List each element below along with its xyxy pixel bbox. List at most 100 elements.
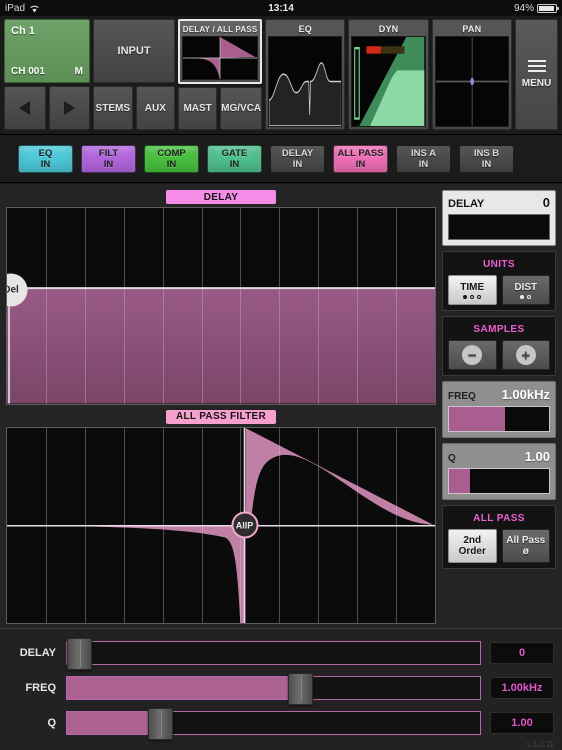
tab-eq-in[interactable]: EQ IN: [18, 144, 73, 173]
status-right: 94%: [514, 3, 559, 14]
allpass-order-line1: 2nd: [463, 535, 482, 546]
units-dist-dots: [520, 294, 532, 299]
units-time-button[interactable]: TIME: [448, 275, 497, 305]
grid-line: [123, 208, 125, 404]
allpass-graph-handle[interactable]: AllP: [231, 511, 259, 539]
tab-filt-in[interactable]: FILT IN: [81, 144, 136, 173]
slider-row-q: Q 1.00: [8, 706, 554, 740]
samples-increment-button[interactable]: +: [501, 340, 550, 370]
slider-q-track[interactable]: [66, 707, 481, 740]
channel-strip: Ch 1 CH 001 M INPUT STEMS AUX DELAY / AL…: [0, 16, 562, 135]
previous-channel-icon: [19, 101, 31, 115]
main-content: DELAY Del: [0, 184, 562, 628]
allpass-section-title: ALL PASS: [473, 513, 525, 524]
q-readout[interactable]: Q 1.00: [442, 443, 556, 500]
tab-ins-b-in[interactable]: INS B IN: [459, 144, 514, 173]
aux-button[interactable]: AUX: [135, 86, 176, 130]
tab-gate-in-line2: IN: [229, 158, 240, 170]
channel-name: Ch 1: [11, 25, 35, 37]
hamburger-menu-icon: [527, 60, 546, 72]
delay-readout-label: DELAY: [448, 198, 485, 210]
dyn-thumbnail-canvas: [351, 36, 426, 127]
slider-row-delay: DELAY 0: [8, 636, 554, 670]
tab-allpass-in[interactable]: ALL PASS IN: [333, 144, 388, 173]
delay-allpass-thumbnail[interactable]: DELAY / ALL PASS: [178, 19, 263, 85]
eq-thumbnail[interactable]: EQ: [265, 19, 346, 130]
units-title: UNITS: [483, 259, 515, 270]
tab-filt-in-line2: IN: [103, 158, 114, 170]
tab-allpass-in-line1: ALL PASS: [337, 147, 384, 159]
grid-line: [84, 427, 86, 623]
grid-line: [279, 208, 281, 404]
dyn-thumbnail-title: DYN: [378, 24, 399, 34]
delay-readout[interactable]: DELAY 0: [442, 190, 556, 246]
grid-line: [201, 208, 203, 404]
grid-line: [357, 208, 359, 404]
slider-delay-handle[interactable]: [67, 637, 92, 670]
slider-freq-handle[interactable]: [288, 672, 314, 705]
stems-button[interactable]: STEMS: [93, 86, 133, 130]
tab-eq-in-line2: IN: [40, 158, 51, 170]
input-column: INPUT STEMS AUX: [93, 19, 176, 130]
delay-readout-value: 0: [542, 195, 550, 210]
channel-nav: [4, 86, 90, 130]
delay-graph-handle-label: Del: [7, 284, 19, 296]
delay-graph-title: DELAY: [166, 190, 276, 204]
menu-column: MENU: [515, 19, 558, 130]
slider-panel: DELAY 0 FREQ 1.00kHz Q 1.00 v.3.0.11: [0, 628, 562, 750]
channel-mono-flag: M: [74, 66, 83, 77]
tab-delay-in[interactable]: DELAY IN: [270, 144, 325, 173]
tab-delay-in-line1: DELAY: [281, 147, 314, 159]
slider-q-value: 1.00: [490, 711, 554, 734]
samples-section: SAMPLES − +: [442, 316, 556, 376]
slider-delay-value: 0: [490, 641, 554, 664]
q-readout-label: Q: [448, 453, 456, 464]
sub-button-row-right: MAST MG/VCA: [178, 87, 263, 130]
grid-line: [45, 427, 47, 623]
pan-thumbnail-title: PAN: [462, 24, 482, 34]
allpass-graph-block: ALL PASS FILTER AllP: [6, 409, 436, 624]
tab-ins-b-in-line2: IN: [481, 158, 492, 170]
tab-eq-in-line1: EQ: [38, 147, 53, 159]
units-dist-button[interactable]: DIST: [501, 275, 550, 305]
eq-thumbnail-title: EQ: [298, 24, 312, 34]
allpass-graph-handle-label: AllP: [235, 520, 254, 531]
status-bar: iPad 13:14 94%: [0, 0, 562, 16]
tab-comp-in[interactable]: COMP IN: [144, 144, 199, 173]
allpass-graph[interactable]: AllP: [6, 426, 436, 624]
slider-freq-track[interactable]: [66, 672, 481, 705]
tab-allpass-in-line2: IN: [355, 158, 366, 170]
input-button[interactable]: INPUT: [93, 19, 176, 83]
samples-decrement-button[interactable]: −: [448, 340, 497, 370]
units-time-dots: [463, 294, 482, 299]
delay-graph-block: DELAY Del: [6, 190, 436, 405]
slider-q-handle[interactable]: [148, 707, 174, 740]
tab-ins-a-in[interactable]: INS A IN: [396, 144, 451, 173]
channel-id: CH 001: [11, 66, 45, 77]
tab-filt-in-line1: FILT: [98, 147, 119, 159]
slider-freq-value: 1.00kHz: [490, 676, 554, 699]
mgvca-button[interactable]: MG/VCA: [220, 87, 263, 130]
allpass-order-line2: Order: [458, 546, 486, 557]
previous-channel-button[interactable]: [4, 86, 46, 130]
next-channel-button[interactable]: [48, 86, 90, 130]
grid-line: [396, 208, 398, 404]
delay-graph[interactable]: Del: [6, 207, 436, 405]
tab-gate-in[interactable]: GATE IN: [207, 144, 262, 173]
channel-column: Ch 1 CH 001 M: [4, 19, 90, 130]
slider-delay-label: DELAY: [19, 646, 56, 659]
slider-delay-track[interactable]: [66, 637, 481, 670]
dyn-thumbnail[interactable]: DYN: [348, 19, 429, 130]
allpass-order-button[interactable]: 2nd Order: [448, 529, 497, 563]
freq-readout-bar: [448, 406, 550, 432]
allpass-phase-button[interactable]: All Pass ø: [501, 529, 550, 563]
channel-name-box[interactable]: Ch 1 CH 001 M: [4, 19, 90, 83]
tab-ins-a-in-line2: IN: [418, 158, 429, 170]
eq-thumbnail-canvas: [268, 36, 343, 127]
pan-thumbnail[interactable]: PAN: [431, 19, 512, 130]
grid-line: [162, 208, 164, 404]
freq-readout[interactable]: FREQ 1.00kHz: [442, 381, 556, 438]
menu-button[interactable]: MENU: [515, 19, 558, 130]
mast-button[interactable]: MAST: [178, 87, 218, 130]
delay-readout-bar: [448, 214, 550, 240]
